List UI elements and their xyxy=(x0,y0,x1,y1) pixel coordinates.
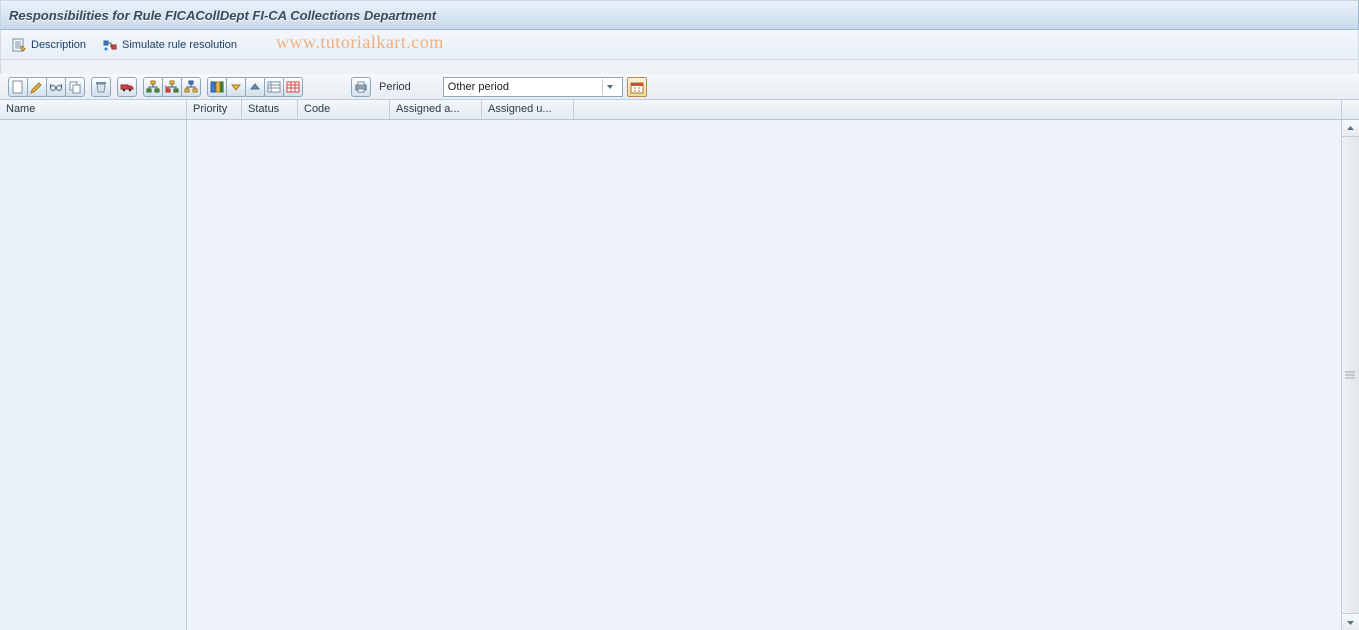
watermark: www.tutorialkart.com xyxy=(276,32,444,53)
create-button[interactable] xyxy=(8,77,28,97)
col-code[interactable]: Code xyxy=(298,100,390,119)
cut-hierarchy-button[interactable] xyxy=(162,77,182,97)
col-assigned-a[interactable]: Assigned a... xyxy=(390,100,482,119)
paste-hierarchy-icon xyxy=(184,80,198,94)
calendar-icon xyxy=(630,80,644,94)
hierarchy-button[interactable] xyxy=(143,77,163,97)
vertical-scrollbar[interactable] xyxy=(1341,120,1359,630)
list-button[interactable] xyxy=(264,77,284,97)
copy-button[interactable] xyxy=(65,77,85,97)
collapse-icon xyxy=(248,80,262,94)
print-button[interactable] xyxy=(351,77,371,97)
edit-button[interactable] xyxy=(27,77,47,97)
col-flex xyxy=(574,100,1341,119)
simulate-icon xyxy=(102,37,118,53)
page-title: Responsibilities for Rule FICACollDept F… xyxy=(9,8,436,23)
expand-button[interactable] xyxy=(226,77,246,97)
pencil-icon xyxy=(30,80,44,94)
glasses-icon xyxy=(49,80,63,94)
chevron-down-icon xyxy=(602,79,618,95)
scroll-up-button[interactable] xyxy=(1342,120,1359,137)
create-icon xyxy=(11,80,25,94)
delimit-button[interactable] xyxy=(117,77,137,97)
print-icon xyxy=(354,80,368,94)
copy-icon xyxy=(68,80,82,94)
cut-hierarchy-icon xyxy=(165,80,179,94)
column-config-icon xyxy=(210,80,224,94)
calendar-button[interactable] xyxy=(627,77,647,97)
column-config-button[interactable] xyxy=(207,77,227,97)
period-combo[interactable]: Other period xyxy=(443,77,623,97)
display-button[interactable] xyxy=(46,77,66,97)
period-label: Period xyxy=(379,81,411,93)
toolbar: Period Other period xyxy=(0,74,1359,100)
calendar-grid-icon xyxy=(286,80,300,94)
tree-pane xyxy=(0,120,187,630)
grid-body xyxy=(0,120,1359,630)
truck-icon xyxy=(120,80,134,94)
paste-hierarchy-button[interactable] xyxy=(181,77,201,97)
description-label: Description xyxy=(31,39,86,51)
description-button[interactable]: Description xyxy=(11,37,86,53)
detail-pane xyxy=(187,120,1341,630)
list-icon xyxy=(267,80,281,94)
spacer xyxy=(0,60,1359,74)
column-headers: Name Priority Status Code Assigned a... … xyxy=(0,100,1359,120)
simulate-label: Simulate rule resolution xyxy=(122,39,237,51)
trash-icon xyxy=(94,80,108,94)
description-icon xyxy=(11,37,27,53)
hierarchy-icon xyxy=(146,80,160,94)
expand-icon xyxy=(229,80,243,94)
col-priority[interactable]: Priority xyxy=(187,100,242,119)
col-name[interactable]: Name xyxy=(0,100,187,119)
title-bar: Responsibilities for Rule FICACollDept F… xyxy=(0,0,1359,30)
calendar-grid-button[interactable] xyxy=(283,77,303,97)
collapse-button[interactable] xyxy=(245,77,265,97)
simulate-button[interactable]: Simulate rule resolution xyxy=(102,37,237,53)
scroll-thumb-icon xyxy=(1345,372,1355,379)
period-combo-value: Other period xyxy=(448,81,602,93)
action-row: Description Simulate rule resolution www… xyxy=(0,30,1359,60)
col-status[interactable]: Status xyxy=(242,100,298,119)
delete-button[interactable] xyxy=(91,77,111,97)
col-assigned-u[interactable]: Assigned u... xyxy=(482,100,574,119)
col-scroll-gutter xyxy=(1341,100,1359,119)
scroll-down-button[interactable] xyxy=(1342,613,1359,630)
